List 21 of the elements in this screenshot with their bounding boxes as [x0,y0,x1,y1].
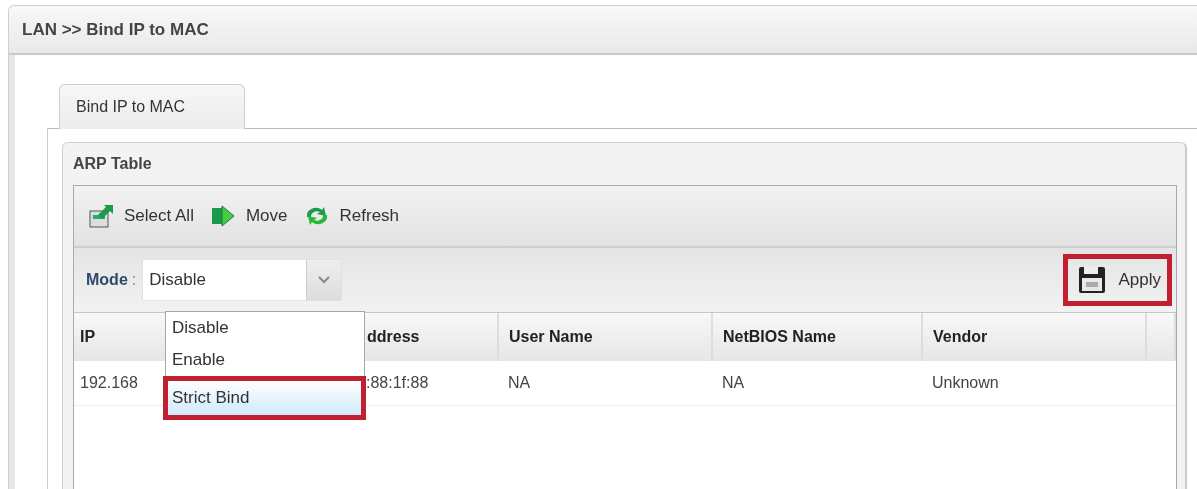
move-icon [209,204,236,228]
dropdown-option[interactable]: Strict Bind [163,376,366,420]
mode-label: Mode [86,271,128,289]
toolbar-button[interactable]: Select All [88,203,194,229]
column-header[interactable]: NetBIOS Name [712,313,922,361]
column-header[interactable]: User Name [498,313,712,361]
column-header[interactable]: Vendor [922,313,1146,361]
table-cell: NA [712,361,922,406]
toolbar-button[interactable]: Refresh [303,205,400,227]
tab[interactable]: Bind IP to MAC [59,84,245,129]
apply-button[interactable]: Apply [1063,254,1172,306]
save-icon [1078,266,1107,294]
toolbar-button[interactable]: Move [209,204,288,228]
caret-icon [318,276,331,284]
table-cell: NA [498,361,712,406]
page-title: LAN >> Bind IP to MAC [9,6,1197,55]
select-all-icon [88,203,114,229]
table-cell: Unknown [922,361,1146,406]
mode-select[interactable]: Disable [142,259,343,301]
panel-title: ARP Table [73,155,152,173]
separator: : [131,271,137,289]
